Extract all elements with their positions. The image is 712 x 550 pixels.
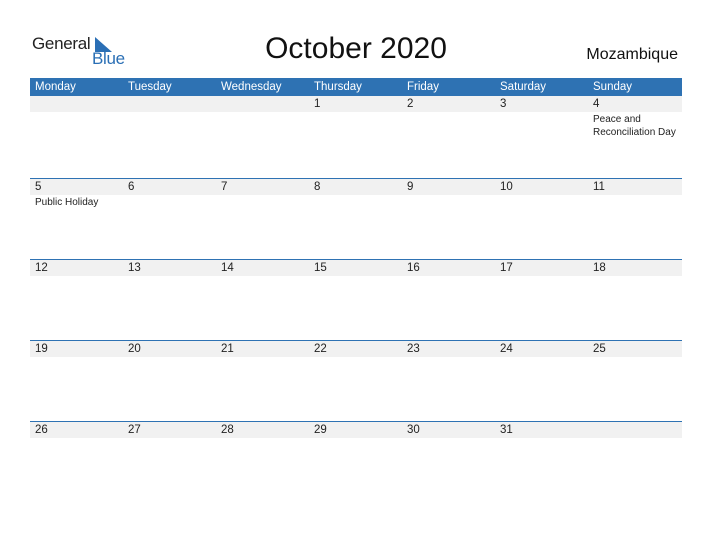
day-cell: 13 <box>123 260 216 277</box>
day-cell: 2 <box>402 96 495 139</box>
day-number: 31 <box>500 424 513 436</box>
day-cell: 22 <box>309 341 402 358</box>
day-number: 3 <box>500 98 507 110</box>
day-number: 18 <box>593 262 606 274</box>
weekday-monday: Monday <box>35 81 76 93</box>
day-cell: 21 <box>216 341 309 358</box>
weekday-saturday: Saturday <box>500 81 547 93</box>
day-cell <box>123 96 216 139</box>
week-row: 12 13 14 15 16 17 18 <box>30 259 682 340</box>
day-number: 15 <box>314 262 327 274</box>
day-cell: 7 <box>216 179 309 209</box>
day-cell: 20 <box>123 341 216 358</box>
day-number: 21 <box>221 343 234 355</box>
country-name: Mozambique <box>586 46 678 63</box>
week-days: 1 2 3 4 Peace and Reconciliation Day <box>30 96 682 139</box>
day-number: 16 <box>407 262 420 274</box>
day-number: 5 <box>35 181 42 193</box>
day-number: 11 <box>593 181 605 193</box>
day-cell: 18 <box>588 260 682 277</box>
day-number: 6 <box>128 181 135 193</box>
day-cell: 11 <box>588 179 682 209</box>
day-number: 4 <box>593 98 600 110</box>
day-number: 23 <box>407 343 420 355</box>
day-cell: 3 <box>495 96 588 139</box>
day-number: 1 <box>314 98 321 110</box>
day-cell: 30 <box>402 422 495 439</box>
day-cell: 31 <box>495 422 588 439</box>
day-cell: 29 <box>309 422 402 439</box>
day-number <box>35 96 123 112</box>
day-cell: 23 <box>402 341 495 358</box>
week-days: 19 20 21 22 23 24 25 <box>30 341 682 358</box>
day-cell: 5 Public Holiday <box>30 179 123 209</box>
weekday-friday: Friday <box>407 81 439 93</box>
day-cell: 25 <box>588 341 682 358</box>
day-cell: 17 <box>495 260 588 277</box>
week-days: 26 27 28 29 30 31 <box>30 422 682 439</box>
day-cell: 14 <box>216 260 309 277</box>
day-number: 28 <box>221 424 234 436</box>
weekday-sunday: Sunday <box>593 81 633 93</box>
day-cell: 6 <box>123 179 216 209</box>
day-number: 30 <box>407 424 420 436</box>
week-row: 1 2 3 4 Peace and Reconciliation Day <box>30 96 682 178</box>
day-number: 12 <box>35 262 48 274</box>
day-cell: 8 <box>309 179 402 209</box>
week-row: 5 Public Holiday 6 7 8 9 10 11 <box>30 178 682 259</box>
day-cell <box>30 96 123 139</box>
week-days: 12 13 14 15 16 17 18 <box>30 260 682 277</box>
day-cell: 19 <box>30 341 123 358</box>
day-cell: 4 Peace and Reconciliation Day <box>588 96 682 139</box>
day-cell: 10 <box>495 179 588 209</box>
day-number: 26 <box>35 424 48 436</box>
day-number: 20 <box>128 343 141 355</box>
day-number: 9 <box>407 181 414 193</box>
day-cell: 1 <box>309 96 402 139</box>
day-number: 7 <box>221 181 228 193</box>
day-number: 29 <box>314 424 327 436</box>
weeks-container: 1 2 3 4 Peace and Reconciliation Day 5 Public … <box>30 96 682 502</box>
week-days: 5 Public Holiday 6 7 8 9 10 11 <box>30 179 682 209</box>
day-cell: 26 <box>30 422 123 439</box>
day-number: 14 <box>221 262 234 274</box>
day-cell: 9 <box>402 179 495 209</box>
week-row: 26 27 28 29 30 31 <box>30 421 682 502</box>
holiday-label: Peace and Reconciliation Day <box>593 114 676 138</box>
weekday-thursday: Thursday <box>314 81 362 93</box>
weekday-wednesday: Wednesday <box>221 81 282 93</box>
day-number: 2 <box>407 98 414 110</box>
day-cell: 27 <box>123 422 216 439</box>
day-cell: 12 <box>30 260 123 277</box>
weekday-header: Monday Tuesday Wednesday Thursday Friday… <box>30 78 682 96</box>
day-number: 19 <box>35 343 48 355</box>
day-number: 8 <box>314 181 321 193</box>
day-number: 22 <box>314 343 327 355</box>
weekday-tuesday: Tuesday <box>128 81 172 93</box>
day-number <box>593 422 682 438</box>
day-number: 10 <box>500 181 513 193</box>
day-cell: 16 <box>402 260 495 277</box>
week-row: 19 20 21 22 23 24 25 <box>30 340 682 421</box>
holiday-label: Public Holiday <box>35 197 99 208</box>
day-cell: 28 <box>216 422 309 439</box>
day-cell: 24 <box>495 341 588 358</box>
day-number: 13 <box>128 262 141 274</box>
day-number: 27 <box>128 424 141 436</box>
day-number: 17 <box>500 262 513 274</box>
calendar-grid: Monday Tuesday Wednesday Thursday Friday… <box>30 78 682 502</box>
day-cell <box>216 96 309 139</box>
day-number: 24 <box>500 343 513 355</box>
day-cell <box>588 422 682 439</box>
day-number: 25 <box>593 343 606 355</box>
day-number <box>221 96 309 112</box>
day-number <box>128 96 216 112</box>
day-cell: 15 <box>309 260 402 277</box>
